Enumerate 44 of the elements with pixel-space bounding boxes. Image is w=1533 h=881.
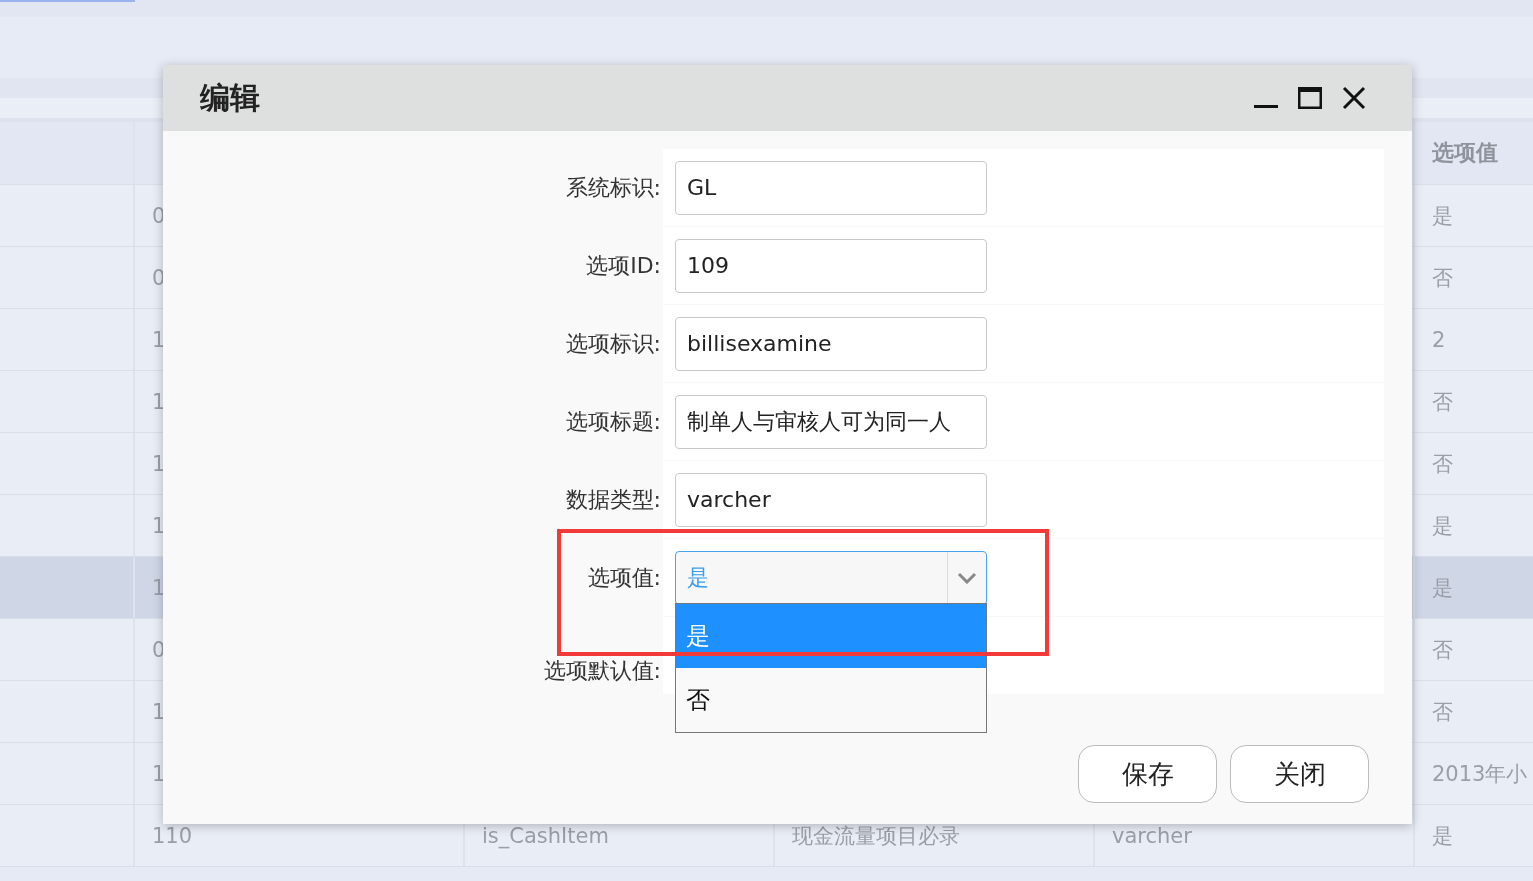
maximize-button[interactable] xyxy=(1298,87,1322,109)
table-cell: 2 xyxy=(1432,327,1446,352)
table-cell-text: 是 xyxy=(1432,822,1453,850)
text-field[interactable]: billisexamine xyxy=(675,316,987,371)
table-cell: 1 xyxy=(152,451,166,476)
table-cell: 110 xyxy=(152,823,193,848)
table-cell-text: 是 xyxy=(1432,202,1453,230)
minimize-icon xyxy=(1254,104,1278,108)
dialog-button[interactable]: 保存 xyxy=(1078,745,1217,803)
table-cell: 1 xyxy=(152,389,166,414)
table-cell: 1 xyxy=(152,761,166,786)
table-cell-text: 否 xyxy=(1432,450,1453,478)
field-label: 选项值: xyxy=(587,563,661,592)
field-label: 系统标识: xyxy=(565,173,661,202)
dropdown-option[interactable]: 否 xyxy=(676,667,986,732)
table-cell: 1 xyxy=(152,513,166,538)
chevron-down-icon xyxy=(957,571,977,584)
table-cell-text: 否 xyxy=(1432,264,1453,292)
table-cell-text: 否 xyxy=(1432,698,1453,726)
field-label: 选项默认值: xyxy=(543,657,661,685)
text-field[interactable]: 制单人与审核人可为同一人 xyxy=(675,394,987,449)
text-field[interactable]: varcher xyxy=(675,472,987,527)
table-cell-text: 现金流量项目必录 xyxy=(792,822,960,850)
text-field[interactable]: 109 xyxy=(675,238,987,293)
field-label: 数据类型: xyxy=(565,485,661,514)
table-cell-text: 是 xyxy=(1432,574,1453,602)
table-cell: 1 xyxy=(152,327,166,352)
table-cell-text: 2013年小 xyxy=(1432,760,1528,788)
text-field[interactable]: GL xyxy=(675,160,987,215)
field-label: 选项标题: xyxy=(565,407,661,436)
table-cell-text: 否 xyxy=(1432,636,1453,664)
table-cell-text: 否 xyxy=(1432,388,1453,416)
dialog-title: 编辑 xyxy=(200,78,261,117)
table-cell: 1 xyxy=(152,575,166,600)
table-cell-text: 是 xyxy=(1432,512,1453,540)
close-button[interactable] xyxy=(1342,86,1366,110)
dialog-button[interactable]: 关闭 xyxy=(1230,745,1369,803)
maximize-icon xyxy=(1298,87,1322,109)
table-cell: varcher xyxy=(1112,823,1192,848)
table-cell: is_CashItem xyxy=(482,823,609,848)
field-label: 选项标识: xyxy=(565,329,661,358)
field-label: 选项ID: xyxy=(586,251,661,280)
table-cell: 1 xyxy=(152,699,166,724)
close-icon xyxy=(1342,86,1366,110)
